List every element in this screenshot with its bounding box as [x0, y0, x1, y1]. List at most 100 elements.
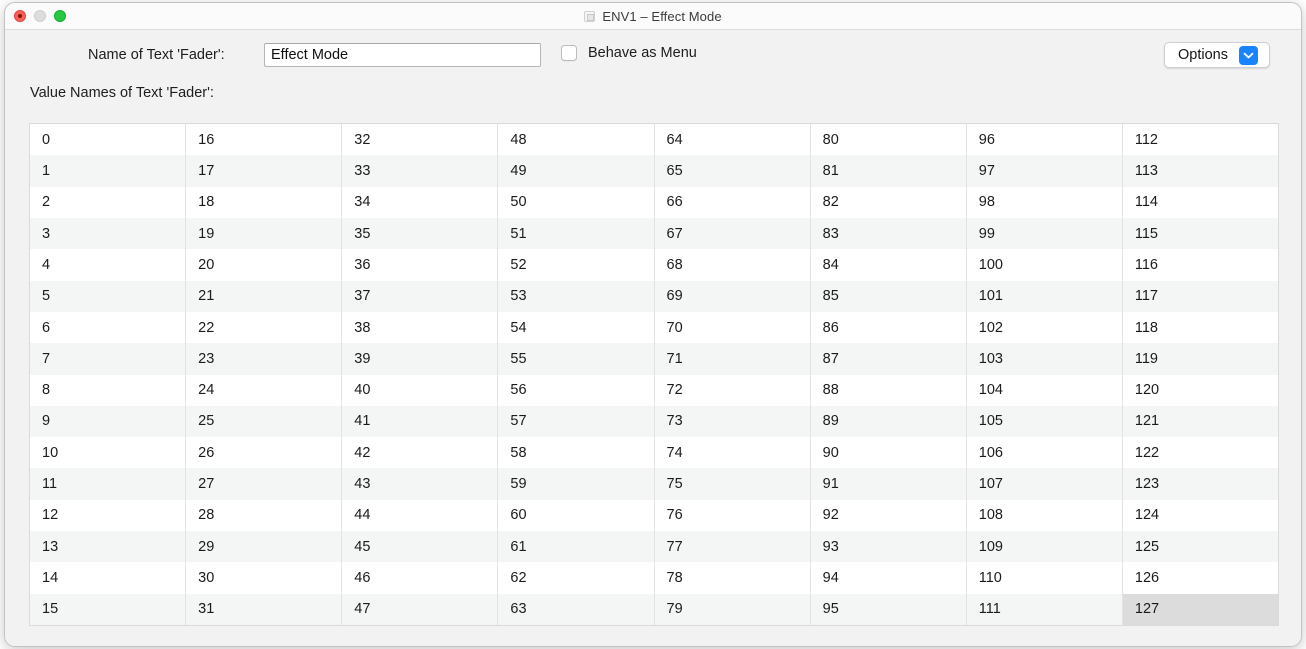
table-cell[interactable]: 83: [810, 217, 966, 250]
table-cell[interactable]: 80: [810, 124, 966, 156]
table-cell[interactable]: 51: [498, 217, 654, 250]
table-cell[interactable]: 54: [498, 311, 654, 344]
table-cell[interactable]: 10: [30, 437, 186, 469]
table-cell[interactable]: 88: [810, 374, 966, 406]
table-cell[interactable]: 103: [966, 343, 1122, 375]
table-cell[interactable]: 38: [342, 311, 498, 344]
table-cell[interactable]: 26: [186, 437, 342, 469]
table-cell[interactable]: 70: [654, 311, 810, 344]
table-cell[interactable]: 121: [1122, 405, 1278, 438]
table-cell[interactable]: 46: [342, 562, 498, 594]
table-cell[interactable]: 34: [342, 186, 498, 218]
table-cell[interactable]: 94: [810, 562, 966, 594]
table-cell[interactable]: 86: [810, 311, 966, 344]
table-cell[interactable]: 12: [30, 499, 186, 532]
table-cell[interactable]: 40: [342, 374, 498, 406]
table-cell[interactable]: 3: [30, 217, 186, 250]
table-cell[interactable]: 20: [186, 249, 342, 281]
table-cell[interactable]: 99: [966, 217, 1122, 250]
table-cell[interactable]: 15: [30, 593, 186, 625]
zoom-button[interactable]: [54, 10, 66, 22]
table-cell[interactable]: 95: [810, 593, 966, 625]
table-cell[interactable]: 113: [1122, 155, 1278, 187]
table-cell[interactable]: 23: [186, 343, 342, 375]
table-cell[interactable]: 97: [966, 155, 1122, 187]
table-cell[interactable]: 35: [342, 217, 498, 250]
table-cell[interactable]: 107: [966, 468, 1122, 500]
table-cell[interactable]: 104: [966, 374, 1122, 406]
table-cell[interactable]: 59: [498, 468, 654, 500]
table-cell[interactable]: 78: [654, 562, 810, 594]
name-input[interactable]: [264, 43, 541, 67]
table-cell[interactable]: 13: [30, 531, 186, 563]
table-cell[interactable]: 106: [966, 437, 1122, 469]
table-cell[interactable]: 21: [186, 280, 342, 312]
table-cell[interactable]: 30: [186, 562, 342, 594]
table-cell[interactable]: 36: [342, 249, 498, 281]
table-cell[interactable]: 62: [498, 562, 654, 594]
table-cell[interactable]: 50: [498, 186, 654, 218]
table-cell[interactable]: 76: [654, 499, 810, 532]
table-cell[interactable]: 102: [966, 311, 1122, 344]
table-cell[interactable]: 116: [1122, 249, 1278, 281]
table-cell[interactable]: 127: [1122, 593, 1278, 625]
table-cell[interactable]: 33: [342, 155, 498, 187]
table-cell[interactable]: 115: [1122, 217, 1278, 250]
table-cell[interactable]: 125: [1122, 531, 1278, 563]
table-cell[interactable]: 11: [30, 468, 186, 500]
minimize-button[interactable]: [34, 10, 46, 22]
table-cell[interactable]: 72: [654, 374, 810, 406]
table-cell[interactable]: 37: [342, 280, 498, 312]
table-cell[interactable]: 110: [966, 562, 1122, 594]
table-cell[interactable]: 48: [498, 124, 654, 156]
table-cell[interactable]: 61: [498, 531, 654, 563]
table-cell[interactable]: 69: [654, 280, 810, 312]
table-cell[interactable]: 18: [186, 186, 342, 218]
table-cell[interactable]: 101: [966, 280, 1122, 312]
table-cell[interactable]: 24: [186, 374, 342, 406]
table-cell[interactable]: 105: [966, 405, 1122, 438]
table-cell[interactable]: 90: [810, 437, 966, 469]
table-cell[interactable]: 29: [186, 531, 342, 563]
table-cell[interactable]: 82: [810, 186, 966, 218]
table-cell[interactable]: 91: [810, 468, 966, 500]
table-cell[interactable]: 45: [342, 531, 498, 563]
table-cell[interactable]: 32: [342, 124, 498, 156]
table-cell[interactable]: 57: [498, 405, 654, 438]
table-cell[interactable]: 14: [30, 562, 186, 594]
table-cell[interactable]: 77: [654, 531, 810, 563]
table-cell[interactable]: 84: [810, 249, 966, 281]
close-button[interactable]: [14, 10, 26, 22]
table-cell[interactable]: 25: [186, 405, 342, 438]
table-cell[interactable]: 85: [810, 280, 966, 312]
table-cell[interactable]: 68: [654, 249, 810, 281]
table-cell[interactable]: 17: [186, 155, 342, 187]
table-cell[interactable]: 65: [654, 155, 810, 187]
table-cell[interactable]: 114: [1122, 186, 1278, 218]
table-cell[interactable]: 60: [498, 499, 654, 532]
table-cell[interactable]: 56: [498, 374, 654, 406]
table-cell[interactable]: 43: [342, 468, 498, 500]
table-cell[interactable]: 73: [654, 405, 810, 438]
table-cell[interactable]: 81: [810, 155, 966, 187]
table-cell[interactable]: 75: [654, 468, 810, 500]
table-cell[interactable]: 16: [186, 124, 342, 156]
table-cell[interactable]: 28: [186, 499, 342, 532]
table-cell[interactable]: 6: [30, 311, 186, 344]
checkbox-box[interactable]: [561, 45, 577, 61]
table-cell[interactable]: 67: [654, 217, 810, 250]
table-cell[interactable]: 4: [30, 249, 186, 281]
table-cell[interactable]: 39: [342, 343, 498, 375]
table-cell[interactable]: 19: [186, 217, 342, 250]
table-cell[interactable]: 124: [1122, 499, 1278, 532]
table-cell[interactable]: 55: [498, 343, 654, 375]
table-cell[interactable]: 89: [810, 405, 966, 438]
table-cell[interactable]: 52: [498, 249, 654, 281]
table-cell[interactable]: 108: [966, 499, 1122, 532]
table-cell[interactable]: 41: [342, 405, 498, 438]
table-cell[interactable]: 44: [342, 499, 498, 532]
table-cell[interactable]: 126: [1122, 562, 1278, 594]
table-cell[interactable]: 98: [966, 186, 1122, 218]
table-cell[interactable]: 0: [30, 124, 186, 156]
table-cell[interactable]: 117: [1122, 280, 1278, 312]
